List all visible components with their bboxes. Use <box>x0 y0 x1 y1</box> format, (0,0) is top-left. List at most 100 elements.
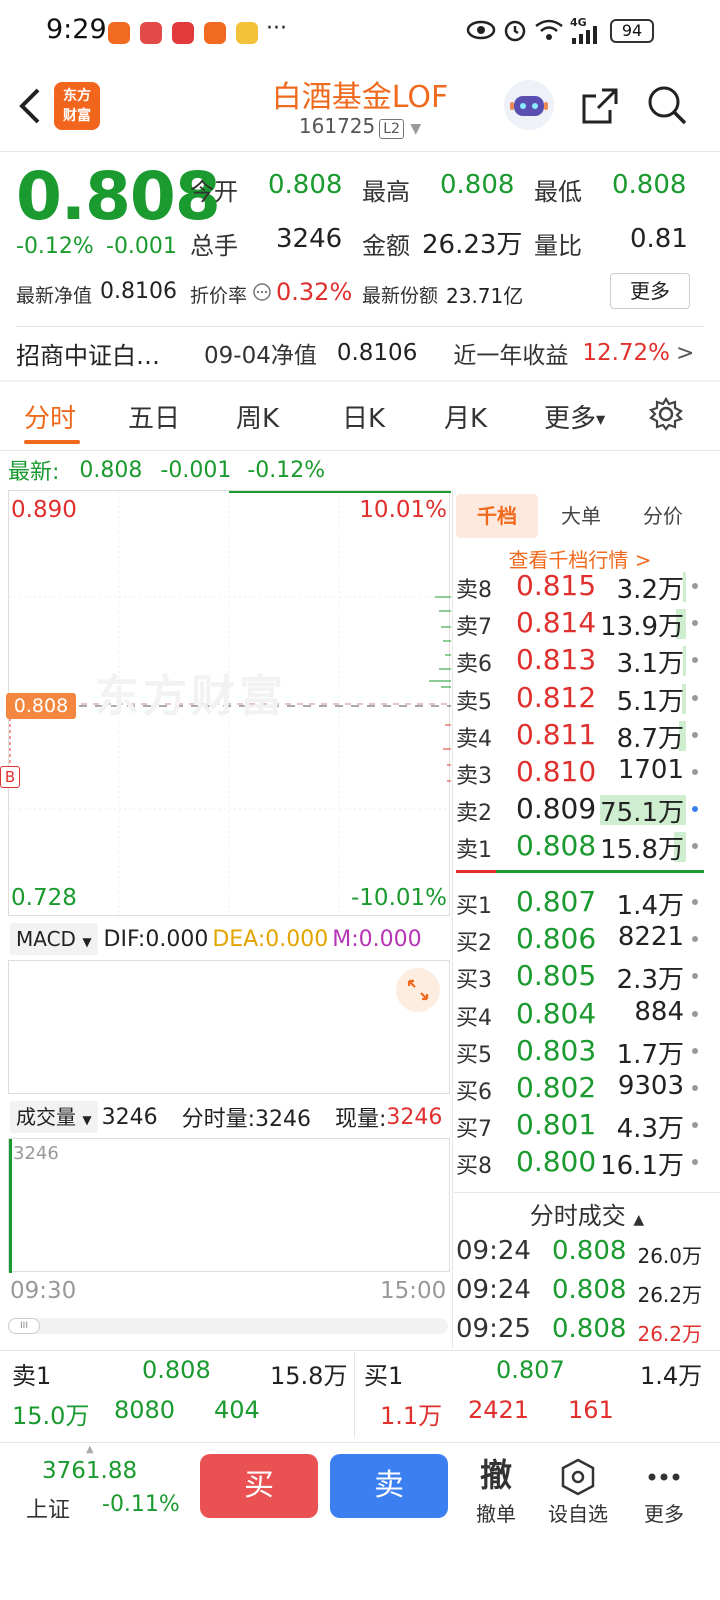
bid-volume: 2.3万 <box>616 965 684 996</box>
nav-date-value: 0.8106 <box>336 340 418 366</box>
bid-level-row[interactable]: 买8 0.800 16.1万 <box>456 1144 704 1181</box>
ask-level-row[interactable]: 卖1 0.808 15.8万 <box>456 828 704 865</box>
dot-icon <box>692 769 698 775</box>
ask-level-row[interactable]: 卖7 0.814 13.9万 <box>456 605 704 642</box>
ask-volume: 5.1万 <box>616 686 684 717</box>
tick-price: 0.808 <box>552 1236 627 1266</box>
fund-info-row[interactable]: 招商中证白… 09-04净值 0.8106 近一年收益 12.72% > <box>16 336 704 370</box>
caret-up-icon: ▲ <box>633 1212 645 1228</box>
tab-weekly[interactable]: 周K <box>236 398 279 435</box>
bid-volume: 4.3万 <box>616 1114 684 1145</box>
amount-label: 金额 <box>362 232 410 260</box>
add-watchlist-button[interactable]: 设自选 <box>538 1452 618 1527</box>
notification-icon <box>108 22 130 44</box>
open-label: 今开 <box>190 178 238 206</box>
year-return-label: 近一年收益 <box>453 343 569 369</box>
dot-icon <box>692 936 698 943</box>
volume-chart[interactable]: 3246 <box>8 1138 450 1273</box>
dot-icon <box>692 806 698 813</box>
bid-level-row[interactable]: 买3 0.805 2.3万 <box>456 958 704 995</box>
index-name[interactable]: 上证 <box>26 1492 70 1524</box>
ask-level-row[interactable]: 卖8 0.815 3.2万 <box>456 568 704 605</box>
open-value: 0.808 <box>268 170 343 200</box>
bid-level-label: 买3 <box>456 968 492 994</box>
search-icon[interactable] <box>646 84 688 130</box>
info-icon[interactable] <box>252 282 272 306</box>
chart-upper-pct: 10.01% <box>359 497 447 523</box>
summary-buy-c: 161 <box>568 1396 614 1424</box>
ask-level-row[interactable]: 卖3 0.810 1701 <box>456 754 704 791</box>
dot-icon <box>692 1010 698 1017</box>
chevron-down-icon: ▼ <box>596 412 606 427</box>
tab-intraday[interactable]: 分时 <box>24 398 76 435</box>
ask-level-label: 卖1 <box>456 838 492 864</box>
bid-volume: 9303 <box>617 1071 684 1101</box>
summary-buy-a: 1.1万 <box>380 1402 443 1430</box>
volume-selector[interactable]: 成交量 ▼ <box>10 1101 98 1133</box>
app-header: 东方 财富 白酒基金LOF 161725 L2 ▼ <box>0 62 720 152</box>
tab-thousand-level[interactable]: 千档 <box>456 494 538 538</box>
index-change[interactable]: -0.11% <box>102 1492 180 1517</box>
scroll-handle[interactable]: III <box>8 1318 40 1334</box>
index-value[interactable]: 3761.88 <box>42 1458 137 1484</box>
tab-five-day[interactable]: 五日 <box>128 398 180 435</box>
bid-level-row[interactable]: 买5 0.803 1.7万 <box>456 1033 704 1070</box>
tick-volume: 26.2万 <box>637 1283 702 1307</box>
ask-level-label: 卖3 <box>456 764 492 789</box>
ask-level-row[interactable]: 卖6 0.813 3.1万 <box>456 642 704 679</box>
volume-axis-max: 3246 <box>13 1143 59 1164</box>
assistant-robot-icon[interactable] <box>504 80 554 130</box>
cancel-order-button[interactable]: 撤 撤单 <box>456 1452 536 1527</box>
dot-icon <box>692 694 698 701</box>
buy-button[interactable]: 买 <box>200 1454 318 1518</box>
expand-icon[interactable] <box>396 968 440 1012</box>
notification-icon <box>140 22 162 44</box>
bid-volume: 1.7万 <box>616 1039 684 1070</box>
bid-level-row[interactable]: 买7 0.801 4.3万 <box>456 1107 704 1144</box>
macd-chart[interactable] <box>8 960 450 1094</box>
more-dots-icon <box>624 1452 704 1498</box>
bid-level-row[interactable]: 买2 0.806 8221 <box>456 921 704 958</box>
bid-level-row[interactable]: 买4 0.804 884 <box>456 996 704 1033</box>
tick-volume: 26.0万 <box>637 1244 702 1268</box>
sell-button[interactable]: 卖 <box>330 1454 448 1518</box>
ask-level-row[interactable]: 卖2 0.809 75.1万 <box>456 791 704 828</box>
tab-price-breakdown[interactable]: 分价 <box>624 494 702 538</box>
macd-selector[interactable]: MACD ▼ <box>10 923 98 955</box>
summary-buy-label: 买1 <box>364 1362 404 1390</box>
status-bar: 9:29 ··· 4G 94 <box>0 0 720 62</box>
more-actions-button[interactable]: 更多 <box>624 1452 704 1527</box>
notification-icon <box>204 22 226 44</box>
tick-time: 09:25 <box>456 1314 531 1344</box>
change-value: -0.001 <box>106 234 177 259</box>
tick-volume: 26.2万 <box>637 1322 702 1346</box>
tab-big-orders[interactable]: 大单 <box>542 494 620 538</box>
more-info-button[interactable]: 更多 <box>610 273 690 309</box>
dot-icon <box>692 731 698 738</box>
notification-icon <box>236 22 258 44</box>
tab-daily[interactable]: 日K <box>342 398 385 435</box>
cancel-order-label: 撤单 <box>476 1502 516 1526</box>
ask-price: 0.813 <box>516 643 597 677</box>
ask-level-row[interactable]: 卖4 0.811 8.7万 <box>456 717 704 754</box>
change-pct: -0.12% <box>16 234 94 259</box>
buy-point-marker[interactable]: B <box>0 766 20 788</box>
tab-more[interactable]: 更多▼ <box>544 398 605 435</box>
tab-monthly[interactable]: 月K <box>444 398 487 435</box>
ticks-header[interactable]: 分时成交 ▲ <box>454 1196 720 1231</box>
macd-indicator-row: MACD ▼ DIF:0.000 DEA:0.000 M:0.000 <box>10 922 422 956</box>
ask-level-row[interactable]: 卖5 0.812 5.1万 <box>456 680 704 717</box>
bid-level-row[interactable]: 买6 0.802 9303 <box>456 1070 704 1107</box>
share-icon[interactable] <box>580 86 620 130</box>
bid-price: 0.806 <box>516 922 597 956</box>
chart-scrollbar[interactable]: III <box>8 1318 448 1334</box>
caret-up-icon: ▲ <box>86 1444 94 1455</box>
settings-gear-icon[interactable] <box>648 396 684 436</box>
dot-icon <box>692 657 698 664</box>
ask-price: 0.809 <box>516 792 597 826</box>
ask-price: 0.812 <box>516 680 597 714</box>
bid-volume: 8221 <box>617 922 684 953</box>
chevron-down-icon: ▼ <box>410 121 422 137</box>
bid-level-row[interactable]: 买1 0.807 1.4万 <box>456 884 704 921</box>
dot-icon <box>692 1159 698 1166</box>
